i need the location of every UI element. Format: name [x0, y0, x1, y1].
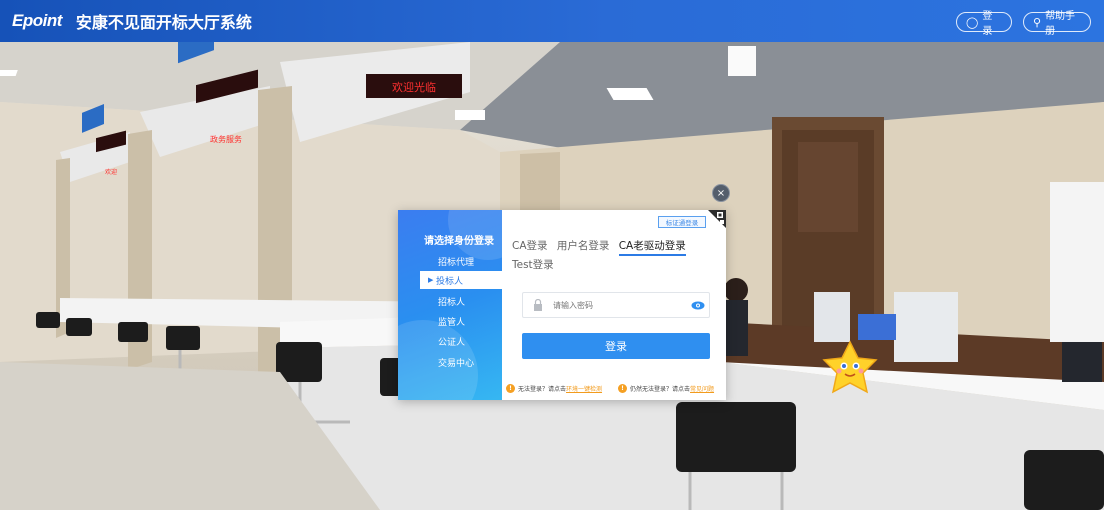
close-modal-button[interactable]: × — [712, 184, 730, 202]
top-header: Epoint 安康不见面开标大厅系统 ◯ 登录 ⚲ 帮助手册 — [0, 0, 1104, 42]
eye-icon[interactable] — [687, 301, 709, 310]
help-manual-label: 帮助手册 — [1045, 11, 1076, 37]
role-selector-panel: 请选择身份登录 招标代理 ▶ 投标人 招标人 监管人 公证人 交易中心 — [398, 210, 502, 400]
tab-ca-login[interactable]: CA登录 — [512, 238, 548, 254]
warning-icon: ! — [506, 384, 515, 393]
led-sign-welcome: 欢迎光临 — [392, 80, 436, 94]
warning-icon: ! — [618, 384, 627, 393]
role-item-supervisor[interactable]: 监管人 — [398, 312, 502, 330]
help-manual-button[interactable]: ⚲ 帮助手册 — [1023, 11, 1091, 37]
tab-ca-old-driver-login[interactable]: CA老驱动登录 — [618, 238, 686, 256]
user-icon: ◯ — [966, 15, 979, 29]
header-login-button[interactable]: ◯ 登录 — [956, 11, 1012, 37]
header-login-label: 登录 — [982, 11, 993, 37]
env-check-link[interactable]: 环境一键检测 — [566, 384, 602, 393]
login-form-panel: 标证通登录 CA登录 用户名登录 CA老驱动登录 Test登录 登录 ! 无法登… — [502, 210, 726, 400]
qr-code-icon[interactable] — [708, 210, 726, 228]
faq-link[interactable]: 常见问题 — [690, 384, 714, 393]
cert-login-button[interactable]: 标证通登录 — [658, 216, 706, 228]
mascot-star-illustration — [822, 340, 878, 394]
password-input[interactable] — [547, 300, 687, 310]
login-tabs: CA登录 用户名登录 CA老驱动登录 Test登录 — [512, 238, 708, 273]
close-icon: × — [716, 187, 726, 199]
tab-username-login[interactable]: 用户名登录 — [557, 238, 610, 254]
role-item-trading-center[interactable]: 交易中心 — [398, 353, 502, 371]
led-sign-window: 政务服务 — [210, 134, 242, 144]
lock-icon — [529, 299, 547, 311]
login-modal: 请选择身份登录 招标代理 ▶ 投标人 招标人 监管人 公证人 交易中心 标证通登… — [398, 210, 726, 400]
led-sign-small: 欢迎 — [105, 168, 117, 176]
password-field — [522, 292, 710, 318]
role-item-tenderer[interactable]: 招标人 — [398, 292, 502, 310]
search-icon: ⚲ — [1033, 15, 1042, 29]
role-item-bidder[interactable]: ▶ 投标人 — [420, 271, 502, 289]
epoint-logo: Epoint — [12, 11, 62, 30]
notice-faq: ! 仍然无法登录？请点击 常见问题 — [618, 384, 714, 393]
role-selector-title: 请选择身份登录 — [424, 236, 494, 247]
login-button[interactable]: 登录 — [522, 333, 710, 359]
notice-env-check: ! 无法登录？请点击 环境一键检测 — [506, 384, 602, 393]
tab-test-login[interactable]: Test登录 — [512, 257, 702, 273]
caret-right-icon: ▶ — [428, 276, 434, 284]
role-item-notary[interactable]: 公证人 — [398, 332, 502, 350]
role-item-agent[interactable]: 招标代理 — [398, 252, 502, 270]
system-title: 安康不见面开标大厅系统 — [75, 13, 252, 32]
